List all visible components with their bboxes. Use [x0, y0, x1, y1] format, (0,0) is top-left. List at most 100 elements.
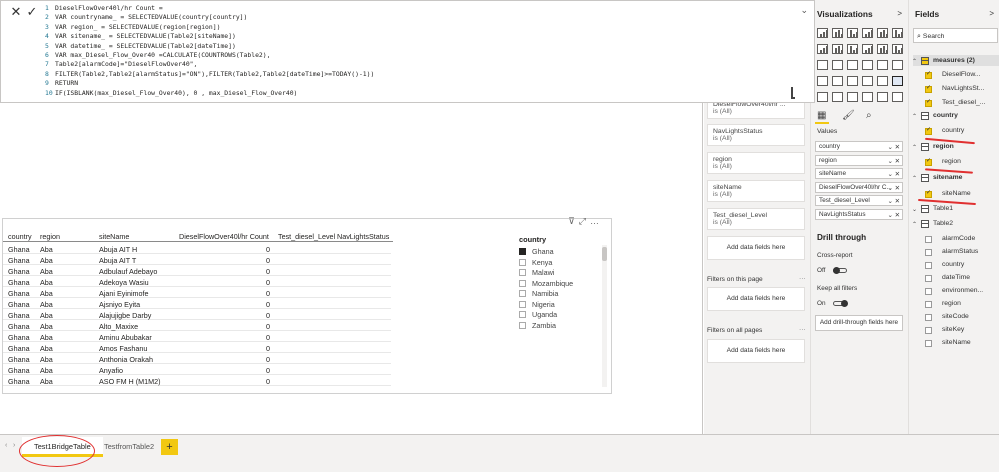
filter-card[interactable]: Test_diesel_Level is (All): [707, 208, 805, 230]
field-well-1[interactable]: region ⌄ ✕: [815, 154, 903, 166]
checkbox[interactable]: [519, 300, 526, 308]
keep-filters-toggle[interactable]: [833, 300, 848, 307]
scatter-icon[interactable]: [817, 60, 828, 70]
filter-card[interactable]: region is (All): [707, 152, 805, 174]
more-visuals-icon[interactable]: [892, 92, 903, 102]
dax-editor[interactable]: 1 DieselFlowOver40l/hr Count = 2 VAR countr…: [45, 4, 805, 102]
field-item[interactable]: dateTime: [942, 274, 970, 281]
field-checkbox[interactable]: [925, 236, 932, 243]
field-checkbox[interactable]: [925, 288, 932, 295]
field-item[interactable]: DieselFlow...: [942, 71, 981, 78]
checkbox[interactable]: [519, 269, 526, 276]
decomp-tree-icon[interactable]: [877, 92, 888, 102]
expand-chevron-icon[interactable]: ⌃: [912, 113, 917, 120]
more-options-icon[interactable]: ···: [799, 326, 806, 333]
field-checkbox[interactable]: [925, 84, 932, 93]
column-header[interactable]: siteName: [99, 232, 129, 241]
field-item[interactable]: region: [942, 300, 961, 307]
field-checkbox[interactable]: [925, 275, 932, 282]
field-well-2[interactable]: siteName ⌄ ✕: [815, 168, 903, 179]
column-header[interactable]: Test_diesel_Level: [278, 232, 335, 241]
field-well-5[interactable]: NavLightsStatus ⌄ ✕: [815, 208, 903, 220]
map-icon[interactable]: [877, 60, 888, 70]
tabs-scroll-left-icon[interactable]: ‹: [5, 442, 7, 449]
cross-report-toggle[interactable]: [833, 267, 847, 274]
field-checkbox[interactable]: [925, 262, 932, 269]
checkbox[interactable]: [519, 290, 526, 297]
field-item[interactable]: siteKey: [942, 326, 964, 333]
area-icon[interactable]: [832, 44, 843, 54]
field-table-country[interactable]: country: [933, 112, 958, 119]
table-visual[interactable]: ⊽⤢… country region siteName DieselFlowOver4…: [2, 216, 612, 394]
formula-bar[interactable]: ✕ ✓ 1 DieselFlowOver40l/hr Count = 2 VAR co…: [0, 0, 815, 103]
field-well-4[interactable]: Test_diesel_Level ⌄ ✕: [815, 195, 903, 206]
add-page-button[interactable]: +: [161, 439, 178, 455]
expand-chevron-icon[interactable]: ⌃: [912, 144, 917, 151]
commit-icon[interactable]: ✓: [25, 5, 39, 19]
column-header[interactable]: country: [8, 232, 32, 241]
report-filters-drop-zone[interactable]: Add data fields here: [707, 339, 805, 363]
field-item[interactable]: country: [942, 127, 964, 134]
focus-mode-icon[interactable]: ⤢: [579, 216, 590, 226]
drill-through-drop-zone[interactable]: Add drill-through fields here: [815, 315, 903, 331]
slicer-item[interactable]: Ghana: [519, 247, 554, 256]
field-checkbox[interactable]: [925, 340, 932, 347]
slicer-item[interactable]: Kenya: [519, 258, 552, 267]
field-well-0[interactable]: country ⌄ ✕: [815, 141, 903, 152]
column-header[interactable]: DieselFlowOver40l/hr Count: [179, 232, 269, 241]
field-checkbox[interactable]: [925, 126, 932, 135]
more-options-icon[interactable]: …: [590, 216, 603, 226]
fields-search-input[interactable]: ⌕ Search: [913, 28, 998, 43]
field-item[interactable]: alarmCode: [942, 235, 975, 242]
field-checkbox[interactable]: [925, 98, 932, 107]
field-table-sitename[interactable]: sitename: [933, 174, 962, 181]
slicer-icon[interactable]: [877, 76, 888, 86]
field-item[interactable]: region: [942, 158, 961, 165]
slicer-item[interactable]: Nigeria: [519, 300, 555, 309]
expand-chevron-icon[interactable]: ⌃: [912, 221, 917, 228]
checkbox[interactable]: [519, 311, 526, 318]
gauge-icon[interactable]: [817, 76, 828, 86]
well-menu-icons[interactable]: ⌄ ✕: [888, 211, 901, 219]
filled-map-icon[interactable]: [892, 60, 903, 70]
field-item[interactable]: environmen...: [942, 287, 983, 294]
field-table-region[interactable]: region: [933, 143, 954, 150]
100-bar-icon[interactable]: [877, 28, 888, 38]
field-item[interactable]: siteCode: [942, 313, 969, 320]
more-options-icon[interactable]: ···: [799, 275, 806, 282]
field-checkbox[interactable]: [925, 189, 932, 198]
expand-chevron-icon[interactable]: ⌃: [912, 175, 917, 182]
column-header[interactable]: NavLightsStatus: [337, 232, 389, 241]
visual-filters-drop-zone[interactable]: Add data fields here: [707, 236, 805, 260]
donut-icon[interactable]: [847, 60, 858, 70]
clustered-bar-icon[interactable]: [847, 28, 858, 38]
format-paint-roller-icon[interactable]: 🖌: [842, 110, 855, 121]
field-table-table1[interactable]: Table1: [933, 205, 953, 212]
slicer-item[interactable]: Uganda: [519, 310, 557, 319]
kpi-icon[interactable]: [862, 76, 873, 86]
page-filters-drop-zone[interactable]: Add data fields here: [707, 287, 805, 311]
stacked-column-icon[interactable]: [832, 28, 843, 38]
field-checkbox[interactable]: [925, 249, 932, 256]
collapse-chevron-icon[interactable]: ⌄: [800, 5, 808, 16]
collapse-chevron-icon[interactable]: >: [897, 9, 902, 18]
filter-card[interactable]: siteName is (All): [707, 180, 805, 202]
country-slicer[interactable]: country Ghana Kenya Malawi Mozambique Namibi…: [519, 235, 609, 389]
slicer-scrollbar[interactable]: [602, 245, 607, 387]
ribbon-icon[interactable]: [877, 44, 888, 54]
well-menu-icons[interactable]: ⌄ ✕: [888, 143, 901, 151]
tabs-scroll-right-icon[interactable]: ›: [13, 442, 15, 449]
field-checkbox[interactable]: [925, 327, 932, 334]
pie-icon[interactable]: [832, 60, 843, 70]
matrix-icon[interactable]: [817, 92, 828, 102]
multi-row-card-icon[interactable]: [847, 76, 858, 86]
stacked-area-icon[interactable]: [847, 44, 858, 54]
slicer-item[interactable]: Zambia: [519, 321, 556, 330]
field-item[interactable]: Test_diesel_...: [942, 99, 985, 106]
checkbox[interactable]: [519, 258, 526, 266]
analytics-magnifier-icon[interactable]: ⌕: [866, 110, 872, 121]
field-checkbox[interactable]: [925, 314, 932, 321]
well-menu-icons[interactable]: ⌄ ✕: [888, 184, 901, 192]
field-checkbox[interactable]: [925, 301, 932, 308]
checkbox[interactable]: [519, 279, 526, 287]
